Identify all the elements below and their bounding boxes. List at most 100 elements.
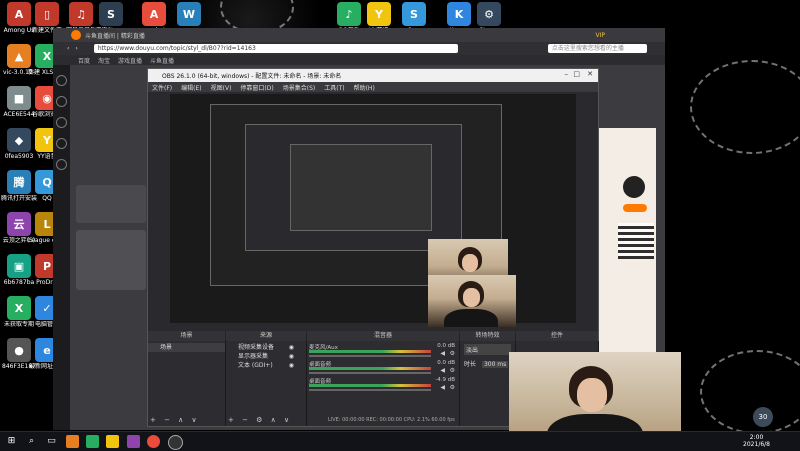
source-label: 显示器采集 (238, 353, 269, 360)
scene-controls[interactable]: + − ∧ ∨ (150, 416, 200, 424)
follow-button[interactable] (623, 204, 647, 212)
volume-slider[interactable] (309, 355, 431, 357)
windows-start-icon[interactable]: ⊞ (5, 435, 18, 448)
vip-label[interactable]: VIP (596, 32, 606, 39)
obs-menu-item[interactable]: 帮助(H) (354, 83, 375, 92)
speaker-icon[interactable]: ◀ (440, 350, 445, 357)
url-input[interactable]: https://www.douyu.com/topic/styl_dl/B07?… (93, 44, 458, 53)
speaker-icon[interactable]: ◀ (440, 367, 445, 374)
volume-slider[interactable] (309, 389, 431, 391)
stream-card[interactable] (76, 185, 146, 223)
app-glyph-icon: ▯ (35, 2, 59, 26)
forward-icon[interactable]: › (75, 45, 77, 52)
obs-menu-item[interactable]: 工具(T) (324, 83, 344, 92)
minimize-icon[interactable]: – (565, 70, 569, 78)
mixer-db-value: 0.0 dB (437, 343, 455, 349)
maximize-icon[interactable]: □ (573, 70, 580, 78)
dock-title: 转场特效 (460, 331, 515, 341)
app-glyph-icon: S (99, 2, 123, 26)
mixer-db-value: 0.0 dB (437, 360, 455, 366)
dock-title: 混音器 (307, 331, 459, 341)
obs-menu-item[interactable]: 场景集合(S) (283, 83, 316, 92)
cloud-icon[interactable] (56, 138, 67, 149)
bookmarks-bar: 百度 淘宝 游戏直播 斗鱼直播 (53, 55, 665, 65)
clock-time: 2:00 (749, 434, 764, 441)
close-icon[interactable]: ✕ (587, 70, 593, 78)
game-icon[interactable] (56, 159, 67, 170)
source-item[interactable]: 视频采集设备 ◉ (226, 343, 306, 352)
mixer-channel: 麦克风/Aux 0.0 dB ◀ ⚙ (307, 343, 459, 360)
obs-title-bar: OBS 26.1.0 (64-bit, windows) - 配置文件: 未命名… (148, 69, 598, 82)
qr-code (618, 223, 654, 259)
status-badge: 30 (753, 407, 773, 427)
browser-search-input[interactable]: 点击这里搜索您想看的主播 (547, 44, 647, 53)
sources-dock: 来源 视频采集设备 ◉ 显示器采集 ◉ 文本 (GDI+) ◉ + − ⚙ ∧ ∨ (226, 331, 307, 426)
app-glyph-icon: S (402, 2, 426, 26)
taskbar-app-icon[interactable] (127, 435, 140, 448)
taskview-icon[interactable]: ▭ (45, 435, 58, 448)
browser-tab-title[interactable]: 斗鱼直播间 | 精彩直播 (85, 31, 145, 40)
volume-meter (309, 367, 431, 370)
app-glyph-icon: W (177, 2, 201, 26)
app-glyph-icon: A (142, 2, 166, 26)
taskbar-app-icon[interactable] (66, 435, 79, 448)
bookmark-item[interactable]: 斗鱼直播 (150, 56, 174, 65)
gear-icon[interactable]: ⚙ (450, 384, 455, 391)
obs-taskbar-icon[interactable] (168, 435, 183, 450)
source-item[interactable]: 文本 (GDI+) ◉ (226, 361, 306, 370)
clock-date: 2021/6/8 (743, 441, 770, 448)
download-icon[interactable] (56, 117, 67, 128)
source-label: 文本 (GDI+) (238, 362, 273, 369)
visibility-eye-icon[interactable]: ◉ (289, 343, 294, 352)
webcam-overlay-small (428, 275, 516, 327)
back-icon[interactable]: ‹ (67, 45, 69, 52)
obs-menu-item[interactable]: 文件(F) (152, 83, 172, 92)
source-label: 视频采集设备 (238, 344, 275, 351)
mixer-db-value: -4.9 dB (435, 377, 455, 383)
dock-title: 来源 (226, 331, 306, 341)
gear-icon[interactable]: ⚙ (450, 350, 455, 357)
gear-icon[interactable]: ⚙ (450, 367, 455, 374)
stream-card[interactable] (76, 230, 146, 290)
streamer-avatar[interactable] (623, 176, 645, 198)
scene-item[interactable]: 场景 (148, 343, 225, 352)
obs-status-bar: LIVE: 00:00:00 REC: 00:00:00 CPU: 2.1% 6… (328, 417, 455, 423)
bookmark-item[interactable]: 淘宝 (98, 56, 110, 65)
tray-clock[interactable]: 2:00 2021/6/8 (743, 434, 770, 448)
search-icon[interactable]: ⌕ (25, 435, 38, 448)
dock-title: 场景 (148, 331, 225, 341)
source-item[interactable]: 显示器采集 ◉ (226, 352, 306, 361)
mixer-channel: 桌面音频 0.0 dB ◀ ⚙ (307, 360, 459, 377)
taskbar-app-icon[interactable] (86, 435, 99, 448)
bookmark-item[interactable]: 百度 (78, 56, 90, 65)
obs-menu-bar: 文件(F) 编辑(E) 视图(V) 停靠窗口(D) 场景集合(S) 工具(T) 帮助(H) (148, 82, 598, 92)
chrome-icon[interactable] (147, 435, 160, 448)
taskbar-app-icon[interactable] (106, 435, 119, 448)
mixer-dock: 混音器 麦克风/Aux 0.0 dB ◀ ⚙ 桌面音频 0.0 dB ◀ ⚙ 桌面音频 -4.9 … (307, 331, 460, 426)
app-glyph-icon: ⚙ (477, 2, 501, 26)
visibility-eye-icon[interactable]: ◉ (289, 361, 294, 370)
star-icon[interactable] (56, 75, 67, 86)
scenes-dock: 场景 场景 + − ∧ ∨ (148, 331, 226, 426)
obs-menu-item[interactable]: 停靠窗口(D) (240, 83, 273, 92)
speaker-icon[interactable]: ◀ (440, 384, 445, 391)
obs-menu-item[interactable]: 编辑(E) (181, 83, 201, 92)
duration-label: 时长 (464, 361, 477, 368)
volume-slider[interactable] (309, 372, 431, 374)
obs-menu-item[interactable]: 视图(V) (211, 83, 232, 92)
history-icon[interactable] (56, 96, 67, 107)
app-glyph-icon: Y (367, 2, 391, 26)
bookmark-item[interactable]: 游戏直播 (118, 56, 142, 65)
taskbar: ⊞ ⌕ ▭ 2:00 2021/6/8 (0, 431, 800, 451)
mixer-list: 麦克风/Aux 0.0 dB ◀ ⚙ 桌面音频 0.0 dB ◀ ⚙ 桌面音频 -4.9 dB ◀ ⚙ (307, 343, 459, 394)
visibility-eye-icon[interactable]: ◉ (289, 352, 294, 361)
transitions-dock: 转场特效 淡出 时长 300 ms (460, 331, 516, 426)
source-controls[interactable]: + − ⚙ ∧ ∨ (228, 416, 292, 424)
app-glyph-icon: ♪ (337, 2, 361, 26)
dock-title: 控件 (516, 331, 598, 341)
app-glyph-icon: K (447, 2, 471, 26)
transition-select[interactable]: 淡出 (464, 344, 511, 355)
duration-input[interactable]: 300 ms (481, 361, 509, 368)
sources-list: 视频采集设备 ◉ 显示器采集 ◉ 文本 (GDI+) ◉ (226, 343, 306, 370)
nested-preview-3 (290, 144, 432, 231)
